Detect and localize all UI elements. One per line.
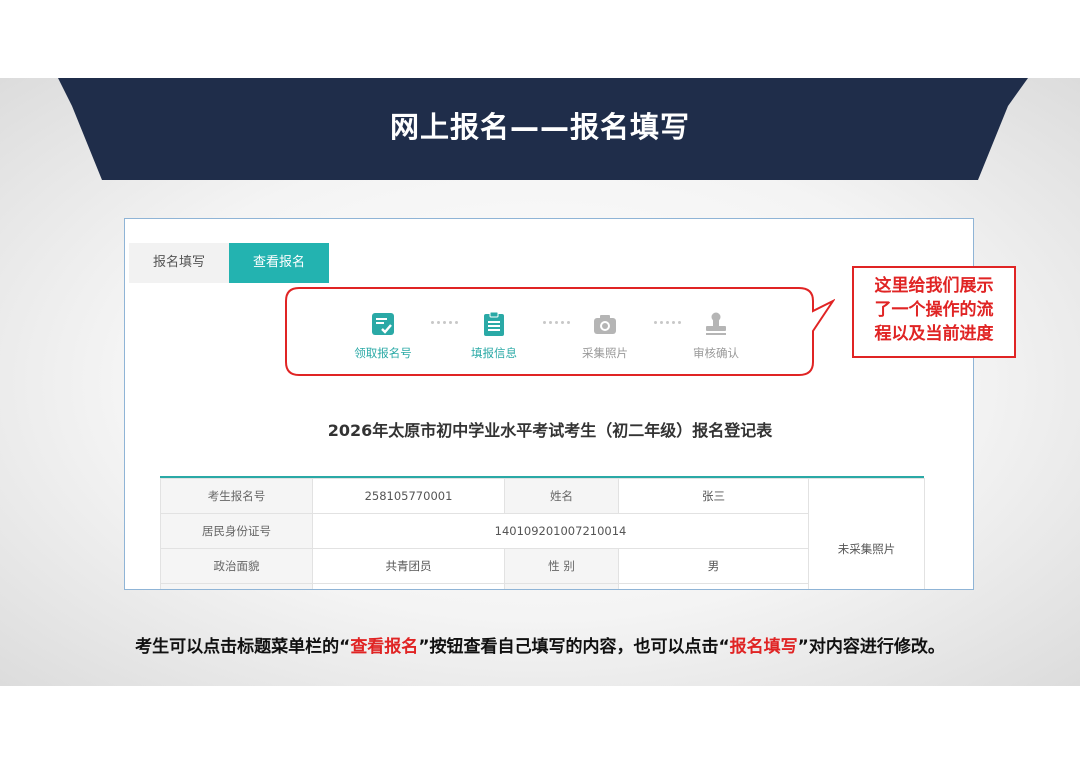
callout-bubble-outline [285, 287, 835, 376]
cell-value [618, 583, 809, 589]
form-title: 2026年太原市初中学业水平考试考生（初二年级）报名登记表 [327, 421, 773, 440]
callout-note: 这里给我们展示 了一个操作的流 程以及当前进度 [852, 266, 1016, 358]
cell-value: 258105770001 [312, 478, 505, 514]
registration-table: 考生报名号 258105770001 姓名 张三 未采集照片 居民身份证号 14… [160, 478, 925, 589]
cell-value: 140109201007210014 [312, 513, 809, 549]
cell-label [160, 583, 313, 589]
cell-value: 共青团员 [312, 548, 505, 584]
cell-label: 居民身份证号 [160, 513, 313, 549]
table-row: 考生报名号 258105770001 姓名 张三 未采集照片 [160, 478, 925, 589]
cell-label [504, 583, 619, 589]
header-banner: 网上报名——报名填写 [0, 78, 1080, 183]
cell-value [312, 583, 505, 589]
caption: 考生可以点击标题菜单栏的“查看报名”按钮查看自己填写的内容，也可以点击“报名填写… [0, 632, 1080, 657]
caption-text: 考生可以点击标题菜单栏的“ [135, 637, 351, 657]
tab-bar: 报名填写 查看报名 [129, 243, 329, 283]
cell-label: 性 别 [504, 548, 619, 584]
tab-view-registration[interactable]: 查看报名 [229, 243, 329, 283]
cell-value: 男 [618, 548, 809, 584]
caption-highlight: 查看报名 [350, 637, 419, 657]
cell-label: 姓名 [504, 478, 619, 514]
tab-fill-registration[interactable]: 报名填写 [129, 243, 229, 283]
caption-text: ”按钮查看自己填写的内容，也可以点击“ [418, 637, 730, 657]
caption-text: ”对内容进行修改。 [797, 637, 945, 657]
page-title: 网上报名——报名填写 [389, 110, 690, 144]
photo-placeholder: 未采集照片 [808, 478, 925, 589]
cell-value: 张三 [618, 478, 809, 514]
cell-label: 政治面貌 [160, 548, 313, 584]
cell-label: 考生报名号 [160, 478, 313, 514]
screenshot-panel: 报名填写 查看报名 领取报名号 填报信息 采集照片 审核确认 2026年太原市初… [124, 218, 974, 590]
caption-highlight: 报名填写 [729, 637, 798, 657]
